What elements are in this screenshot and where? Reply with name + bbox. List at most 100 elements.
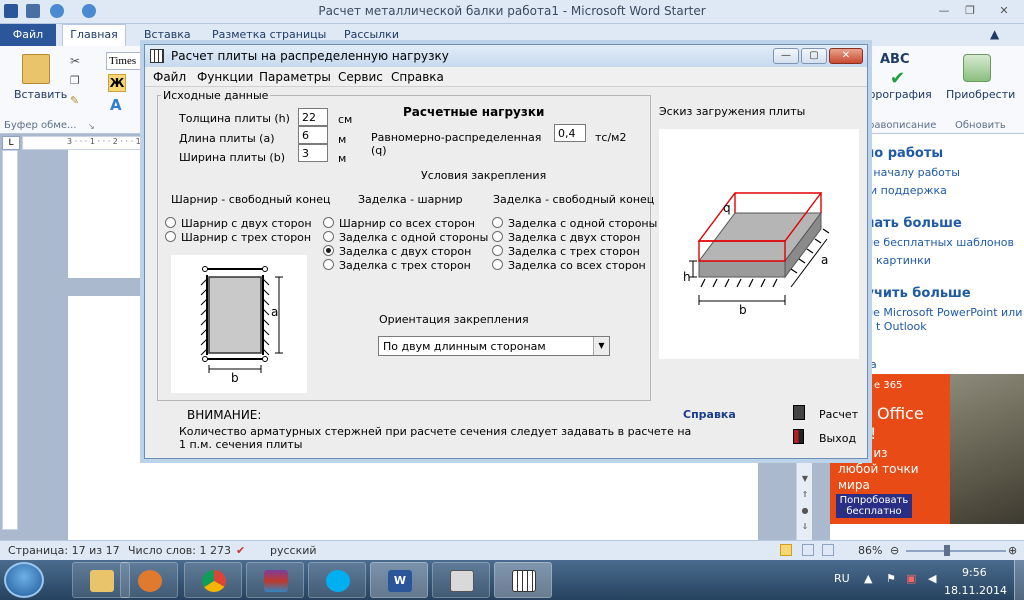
cut-icon[interactable]: ✂: [70, 54, 80, 68]
purchase-icon[interactable]: [963, 54, 991, 82]
zoom-slider[interactable]: [906, 550, 1006, 552]
radio-free-fixed-one[interactable]: Заделка с одной стороны: [492, 217, 657, 230]
radio-hinge-three-sides[interactable]: Шарнир с трех сторон: [165, 231, 311, 244]
radio-free-fixed-three[interactable]: Заделка с трех сторон: [492, 245, 640, 258]
tray-time[interactable]: 9:56: [962, 566, 987, 579]
taskbar-word[interactable]: W: [370, 562, 428, 598]
tray-flag-icon[interactable]: ⚑: [886, 572, 896, 585]
side-heading-start[interactable]: ало работы: [856, 146, 943, 161]
taskbar-winrar[interactable]: [246, 562, 304, 598]
taskbar-chrome[interactable]: [184, 562, 242, 598]
tab-insert[interactable]: Вставка: [144, 28, 191, 41]
tab-file[interactable]: Файл: [0, 24, 56, 46]
dialog-title-bar[interactable]: Расчет плиты на распределенную нагрузку …: [145, 45, 867, 67]
dialog-app-icon[interactable]: [150, 49, 164, 63]
bold-button[interactable]: Ж: [108, 74, 126, 92]
format-painter-icon[interactable]: ✎: [70, 94, 79, 107]
clipboard-launcher-icon[interactable]: ↘: [88, 122, 95, 131]
radio-circle[interactable]: [492, 245, 503, 256]
zoom-slider-thumb[interactable]: [944, 545, 950, 556]
tab-mailings[interactable]: Рассылки: [344, 28, 399, 41]
start-button[interactable]: [4, 562, 44, 598]
browse-object-icon[interactable]: ●: [797, 506, 813, 520]
radio-hinge-all-sides[interactable]: Шарнир со всех сторон: [323, 217, 475, 230]
menu-parameters[interactable]: Параметры: [259, 70, 331, 84]
paste-button[interactable]: Вставить: [14, 88, 67, 101]
length-input[interactable]: 6: [298, 126, 328, 144]
tray-network-icon[interactable]: ▣: [906, 572, 916, 585]
spelling-icon[interactable]: ABC: [880, 52, 910, 67]
side-link-start[interactable]: по началу работы: [856, 166, 960, 179]
tray-volume-icon[interactable]: ◀: [928, 572, 936, 585]
width-input[interactable]: 3: [298, 144, 328, 162]
side-link-outlook[interactable]: t Outlook: [876, 320, 927, 333]
view-print-layout-icon[interactable]: [780, 544, 792, 556]
side-link-powerpoint[interactable]: ие Microsoft PowerPoint или: [866, 306, 1022, 319]
show-desktop-button[interactable]: [1014, 560, 1024, 600]
word-close-button[interactable]: ✕: [996, 4, 1012, 18]
radio-circle[interactable]: [492, 259, 503, 270]
dialog-minimize-button[interactable]: —: [773, 48, 799, 64]
zoom-level[interactable]: 86%: [858, 544, 882, 557]
tray-arrow-icon[interactable]: ▲: [864, 572, 872, 585]
help-link[interactable]: Справка: [683, 408, 736, 421]
paste-icon[interactable]: [22, 54, 50, 84]
radio-circle[interactable]: [492, 231, 503, 242]
taskbar-slab-calc[interactable]: [494, 562, 552, 598]
radio-free-fixed-two[interactable]: Заделка с двух сторон: [492, 231, 640, 244]
next-page-icon[interactable]: ⇓: [797, 522, 813, 536]
radio-free-fixed-all[interactable]: Заделка со всех сторон: [492, 259, 646, 272]
font-name-field[interactable]: Times N: [106, 52, 148, 70]
orientation-select[interactable]: По двум длинным сторонам ▼: [378, 336, 610, 356]
radio-circle[interactable]: [165, 231, 176, 242]
side-link-templates[interactable]: ие бесплатных шаблонов: [866, 236, 1014, 249]
radio-circle[interactable]: [323, 259, 334, 270]
side-heading-more[interactable]: елать больше: [856, 216, 962, 231]
exit-button[interactable]: Выход: [819, 432, 856, 445]
taskbar-skype[interactable]: [308, 562, 366, 598]
radio-circle[interactable]: [323, 231, 334, 242]
load-input[interactable]: 0,4: [554, 124, 586, 142]
status-words[interactable]: Число слов: 1 273: [128, 544, 231, 557]
tray-language[interactable]: RU: [834, 572, 850, 585]
ad-try-button[interactable]: Попробовать бесплатно: [836, 494, 912, 518]
radio-circle-selected[interactable]: [323, 245, 334, 256]
radio-circle[interactable]: [492, 217, 503, 228]
ribbon-collapse-icon[interactable]: ▲: [990, 27, 999, 41]
scroll-down-icon[interactable]: ▼: [797, 474, 813, 488]
taskbar-app-b[interactable]: [432, 562, 490, 598]
status-page[interactable]: Страница: 17 из 17: [8, 544, 120, 557]
view-web-icon[interactable]: [822, 544, 834, 556]
word-restore-button[interactable]: ❐: [962, 4, 978, 18]
proofing-icon[interactable]: ✔: [236, 544, 245, 557]
side-link-support[interactable]: и поддержка: [870, 184, 947, 197]
prev-page-icon[interactable]: ⇑: [797, 490, 813, 504]
dropdown-arrow-icon[interactable]: ▼: [593, 337, 609, 355]
menu-service[interactable]: Сервис: [338, 70, 383, 84]
menu-file[interactable]: Файл: [153, 70, 186, 84]
menu-help[interactable]: Справка: [391, 70, 444, 84]
exit-door-icon[interactable]: [793, 429, 804, 444]
taskbar-media[interactable]: [120, 562, 178, 598]
zoom-out-icon[interactable]: ⊖: [890, 544, 899, 557]
thickness-input[interactable]: 22: [298, 108, 328, 126]
radio-fixed-two-sides[interactable]: Заделка с двух сторон: [323, 245, 471, 258]
word-minimize-button[interactable]: —: [936, 4, 952, 18]
side-heading-get-more[interactable]: лучить больше: [856, 286, 971, 301]
radio-circle[interactable]: [165, 217, 176, 228]
copy-icon[interactable]: ❐: [70, 74, 80, 87]
tray-date[interactable]: 18.11.2014: [944, 584, 1007, 597]
tab-home[interactable]: Главная: [62, 24, 126, 46]
menu-functions[interactable]: Функции: [197, 70, 253, 84]
radio-fixed-three-sides[interactable]: Заделка с трех сторон: [323, 259, 471, 272]
side-link-clipart[interactable]: картинки: [876, 254, 931, 267]
text-effects-icon[interactable]: A: [110, 96, 122, 114]
tab-layout[interactable]: Разметка страницы: [212, 28, 326, 41]
radio-hinge-two-sides[interactable]: Шарнир с двух сторон: [165, 217, 312, 230]
view-fullscreen-icon[interactable]: [802, 544, 814, 556]
calculator-icon[interactable]: [793, 405, 805, 420]
vertical-ruler[interactable]: [2, 150, 18, 530]
side-link-more[interactable]: а: [870, 358, 877, 371]
dialog-maximize-button[interactable]: ▢: [801, 48, 827, 64]
radio-circle[interactable]: [323, 217, 334, 228]
